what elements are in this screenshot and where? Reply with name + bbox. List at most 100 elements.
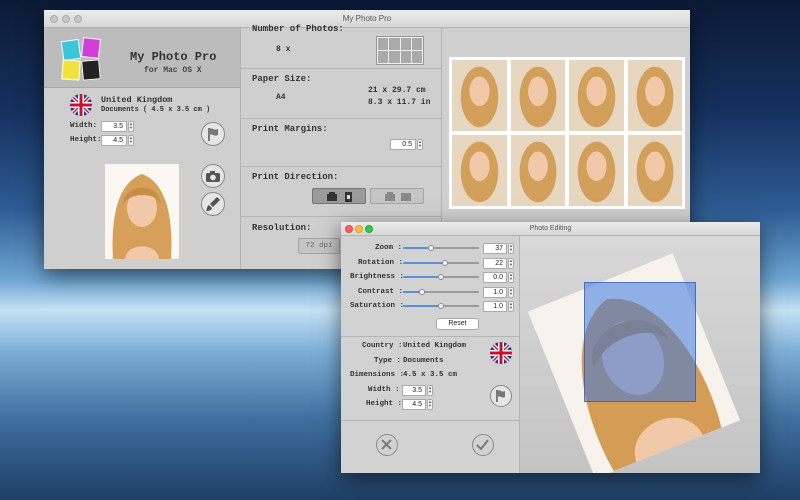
contrast-field[interactable]: 1.0 <box>483 287 507 298</box>
direction-landscape-button[interactable] <box>370 188 424 204</box>
rotation-field[interactable]: 22 <box>483 258 507 269</box>
editing-window-titlebar: Photo Editing <box>341 222 760 236</box>
paper-size-cm: 21 x 29.7 cm <box>368 86 426 95</box>
saturation-label: Saturation : <box>350 302 405 310</box>
paper-size-in: 8.3 x 11.7 in <box>368 98 431 107</box>
sheet-photo <box>627 60 682 131</box>
country-value: United Kingdom <box>403 342 467 350</box>
printer-icon <box>385 192 411 201</box>
main-window-titlebar: My Photo Pro <box>44 10 690 28</box>
resolution-header: Resolution: <box>252 223 312 233</box>
width-stepper[interactable]: ▲ ▼ <box>427 385 433 396</box>
rotation-stepper[interactable]: ▲ ▼ <box>508 258 514 269</box>
width-field[interactable]: 3.5 <box>101 121 127 132</box>
height-label: Height : <box>366 400 403 408</box>
camera-button[interactable] <box>201 164 225 188</box>
zoom-slider-knob[interactable] <box>428 245 435 251</box>
app-name: My Photo Pro <box>130 50 217 64</box>
preview-photo <box>105 164 179 259</box>
saturation-field[interactable]: 1.0 <box>483 301 507 312</box>
width-field[interactable]: 3.5 <box>402 385 426 396</box>
flag-icon <box>496 390 505 402</box>
paper-name: A4 <box>276 93 286 102</box>
brush-button[interactable] <box>201 192 225 216</box>
brush-icon <box>206 197 220 211</box>
flag-button[interactable] <box>201 122 225 146</box>
cancel-icon <box>381 439 392 450</box>
close-window-button[interactable] <box>50 15 58 23</box>
country-label: Country : <box>362 342 403 350</box>
saturation-slider-knob[interactable] <box>438 303 444 309</box>
minimize-window-button[interactable] <box>62 15 70 23</box>
brightness-field[interactable]: 0.0 <box>483 272 507 283</box>
photo-editing-window: Photo Editing Zoom : 37 ▲ ▼ Rotation : 22… <box>341 222 760 473</box>
zoom-window-button[interactable] <box>74 15 82 23</box>
print-sheet-preview <box>449 57 685 209</box>
flag-button[interactable] <box>490 385 512 407</box>
rotation-slider-knob[interactable] <box>441 260 448 266</box>
reset-button[interactable]: Reset <box>436 318 479 330</box>
zoom-label: Zoom : <box>375 244 403 252</box>
height-stepper[interactable]: ▲ ▼ <box>128 135 134 146</box>
direction-portrait-button[interactable] <box>312 188 366 204</box>
zoom-slider[interactable] <box>403 245 479 251</box>
brightness-label: Brightness : <box>350 273 405 281</box>
rotation-label: Rotation : <box>358 259 404 267</box>
sheet-photo <box>510 60 565 131</box>
column-divider <box>240 28 241 269</box>
width-label: Width: <box>70 122 98 130</box>
flag-uk-icon <box>490 342 512 364</box>
width-stepper[interactable]: ▲ ▼ <box>128 121 134 132</box>
brightness-slider-knob[interactable] <box>438 274 444 280</box>
divider-2 <box>241 118 441 119</box>
confirm-button[interactable] <box>472 434 494 456</box>
contrast-slider[interactable] <box>403 289 479 295</box>
document-type: Documents ( 4.5 x 3.5 cm ) <box>101 106 211 114</box>
sheet-photo <box>627 135 682 206</box>
flag-icon <box>208 128 218 141</box>
zoom-stepper[interactable]: ▲ ▼ <box>508 243 514 254</box>
height-field[interactable]: 4.5 <box>101 135 127 146</box>
brightness-stepper[interactable]: ▲ ▼ <box>508 272 514 283</box>
height-stepper[interactable]: ▲ ▼ <box>427 399 433 410</box>
printer-icon <box>327 192 352 202</box>
margins-stepper[interactable]: ▲ ▼ <box>417 139 423 150</box>
saturation-stepper[interactable]: ▲ ▼ <box>508 301 514 312</box>
passport-grid-icon <box>376 36 424 65</box>
brightness-slider[interactable] <box>403 274 479 280</box>
photos-count: 8 x <box>276 45 291 54</box>
contrast-label: Contrast : <box>358 288 404 296</box>
editing-divider-1 <box>341 336 519 337</box>
rotation-slider[interactable] <box>403 260 479 266</box>
camera-icon <box>206 171 220 182</box>
sheet-photo <box>452 135 507 206</box>
dimensions-value: 4.5 x 3.5 cm <box>403 371 458 379</box>
divider-1 <box>241 68 441 69</box>
flag-uk-icon <box>70 94 92 116</box>
paper-header: Paper Size: <box>252 74 312 84</box>
height-label: Height: <box>70 136 102 144</box>
minimize-window-button[interactable] <box>355 225 363 233</box>
resolution-button[interactable]: 72 dpi <box>298 238 340 254</box>
confirm-icon <box>476 439 489 451</box>
height-field[interactable]: 4.5 <box>402 399 426 410</box>
editing-divider-2 <box>341 420 519 421</box>
photos-header: Number of Photos: <box>252 24 344 34</box>
dimensions-label: Dimensions : <box>350 371 405 379</box>
zoom-window-button[interactable] <box>365 225 373 233</box>
editing-canvas[interactable] <box>520 236 760 473</box>
country-name: United Kingdom <box>101 95 173 105</box>
sheet-photo <box>569 60 624 131</box>
sheet-photo <box>452 60 507 131</box>
header-panel: My Photo Pro for Mac OS X <box>44 28 240 88</box>
crop-overlay[interactable] <box>584 282 696 402</box>
contrast-stepper[interactable]: ▲ ▼ <box>508 287 514 298</box>
close-window-button[interactable] <box>345 225 353 233</box>
margins-field[interactable]: 0.5 <box>390 139 416 150</box>
app-subtitle: for Mac OS X <box>144 66 202 75</box>
cancel-button[interactable] <box>376 434 398 456</box>
zoom-field[interactable]: 37 <box>483 243 507 254</box>
saturation-slider[interactable] <box>403 303 479 309</box>
width-label: Width : <box>368 386 400 394</box>
contrast-slider-knob[interactable] <box>419 289 425 295</box>
